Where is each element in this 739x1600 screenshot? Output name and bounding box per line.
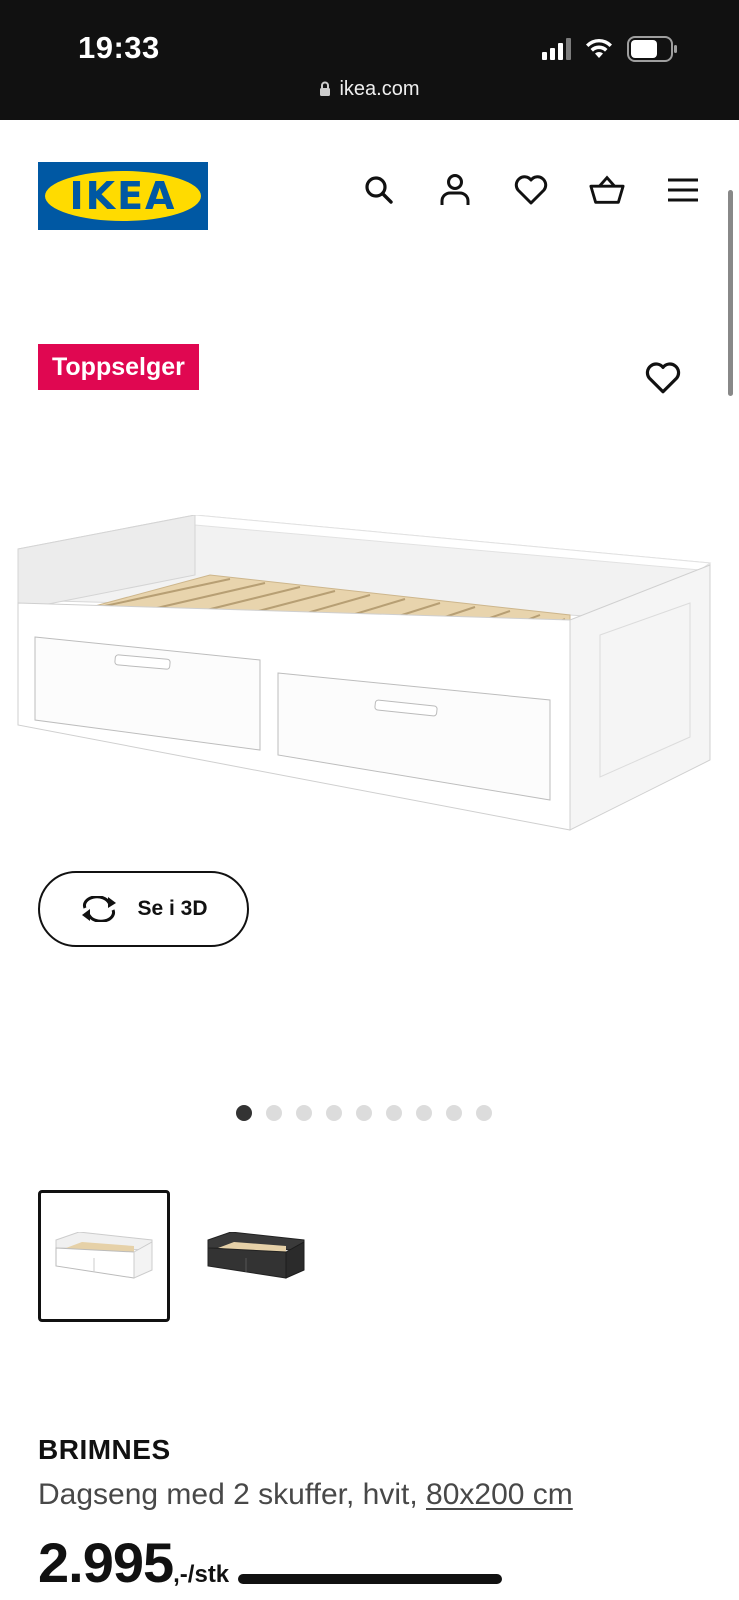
ikea-logo[interactable]: IKEA	[38, 162, 208, 230]
header-nav-icons	[361, 172, 701, 208]
carousel-dot-5[interactable]	[355, 1105, 372, 1121]
carousel-dot-6[interactable]	[385, 1105, 402, 1121]
variant-thumb-white[interactable]	[38, 1190, 170, 1322]
product-price: 2.995 ,-/stk	[38, 1530, 229, 1595]
search-icon[interactable]	[361, 172, 397, 208]
page-scrollbar[interactable]	[728, 190, 733, 396]
address-bar[interactable]: ikea.com	[0, 78, 739, 101]
lock-icon	[320, 81, 331, 96]
top-seller-badge: Toppselger	[38, 344, 199, 390]
status-icons	[542, 36, 679, 62]
wifi-icon	[586, 38, 612, 58]
favourites-icon[interactable]	[513, 172, 549, 208]
price-unit: ,-/stk	[173, 1561, 230, 1588]
home-indicator[interactable]	[238, 1574, 502, 1584]
add-to-favourites-heart-icon[interactable]	[645, 362, 681, 398]
product-description-text: Dagseng med 2 skuffer, hvit,	[38, 1478, 418, 1511]
signal-icon	[542, 38, 571, 60]
account-icon[interactable]	[437, 172, 473, 208]
variant-thumb-black-brown[interactable]	[190, 1190, 322, 1322]
status-bar: 19:33 ikea.com	[0, 0, 739, 120]
url-text: ikea.com	[339, 78, 420, 100]
price-amount: 2.995	[38, 1531, 174, 1594]
rotate-3d-icon	[82, 896, 117, 922]
product-name: BRIMNES	[38, 1434, 171, 1465]
svg-text:IKEA: IKEA	[70, 174, 177, 218]
variant-thumbnails	[38, 1190, 322, 1322]
carousel-dot-4[interactable]	[325, 1105, 342, 1121]
carousel-dot-7[interactable]	[415, 1105, 432, 1121]
carousel-dot-3[interactable]	[295, 1105, 312, 1121]
product-description: Dagseng med 2 skuffer, hvit, 80x200 cm	[38, 1478, 573, 1512]
carousel-dot-9[interactable]	[475, 1105, 492, 1121]
view-in-3d-button[interactable]: Se i 3D	[38, 871, 249, 947]
battery-icon	[627, 36, 677, 62]
cart-icon[interactable]	[589, 172, 625, 208]
carousel-dot-8[interactable]	[445, 1105, 462, 1121]
site-header: IKEA	[0, 120, 739, 240]
view-in-3d-label: Se i 3D	[137, 897, 208, 920]
product-size-link[interactable]: 80x200 cm	[426, 1478, 573, 1511]
status-time: 19:33	[78, 30, 160, 65]
carousel-dot-2[interactable]	[265, 1105, 282, 1121]
menu-icon[interactable]	[665, 172, 701, 208]
product-image[interactable]	[10, 514, 730, 850]
carousel-dot-1[interactable]	[235, 1105, 252, 1121]
image-carousel-dots	[0, 1105, 739, 1121]
